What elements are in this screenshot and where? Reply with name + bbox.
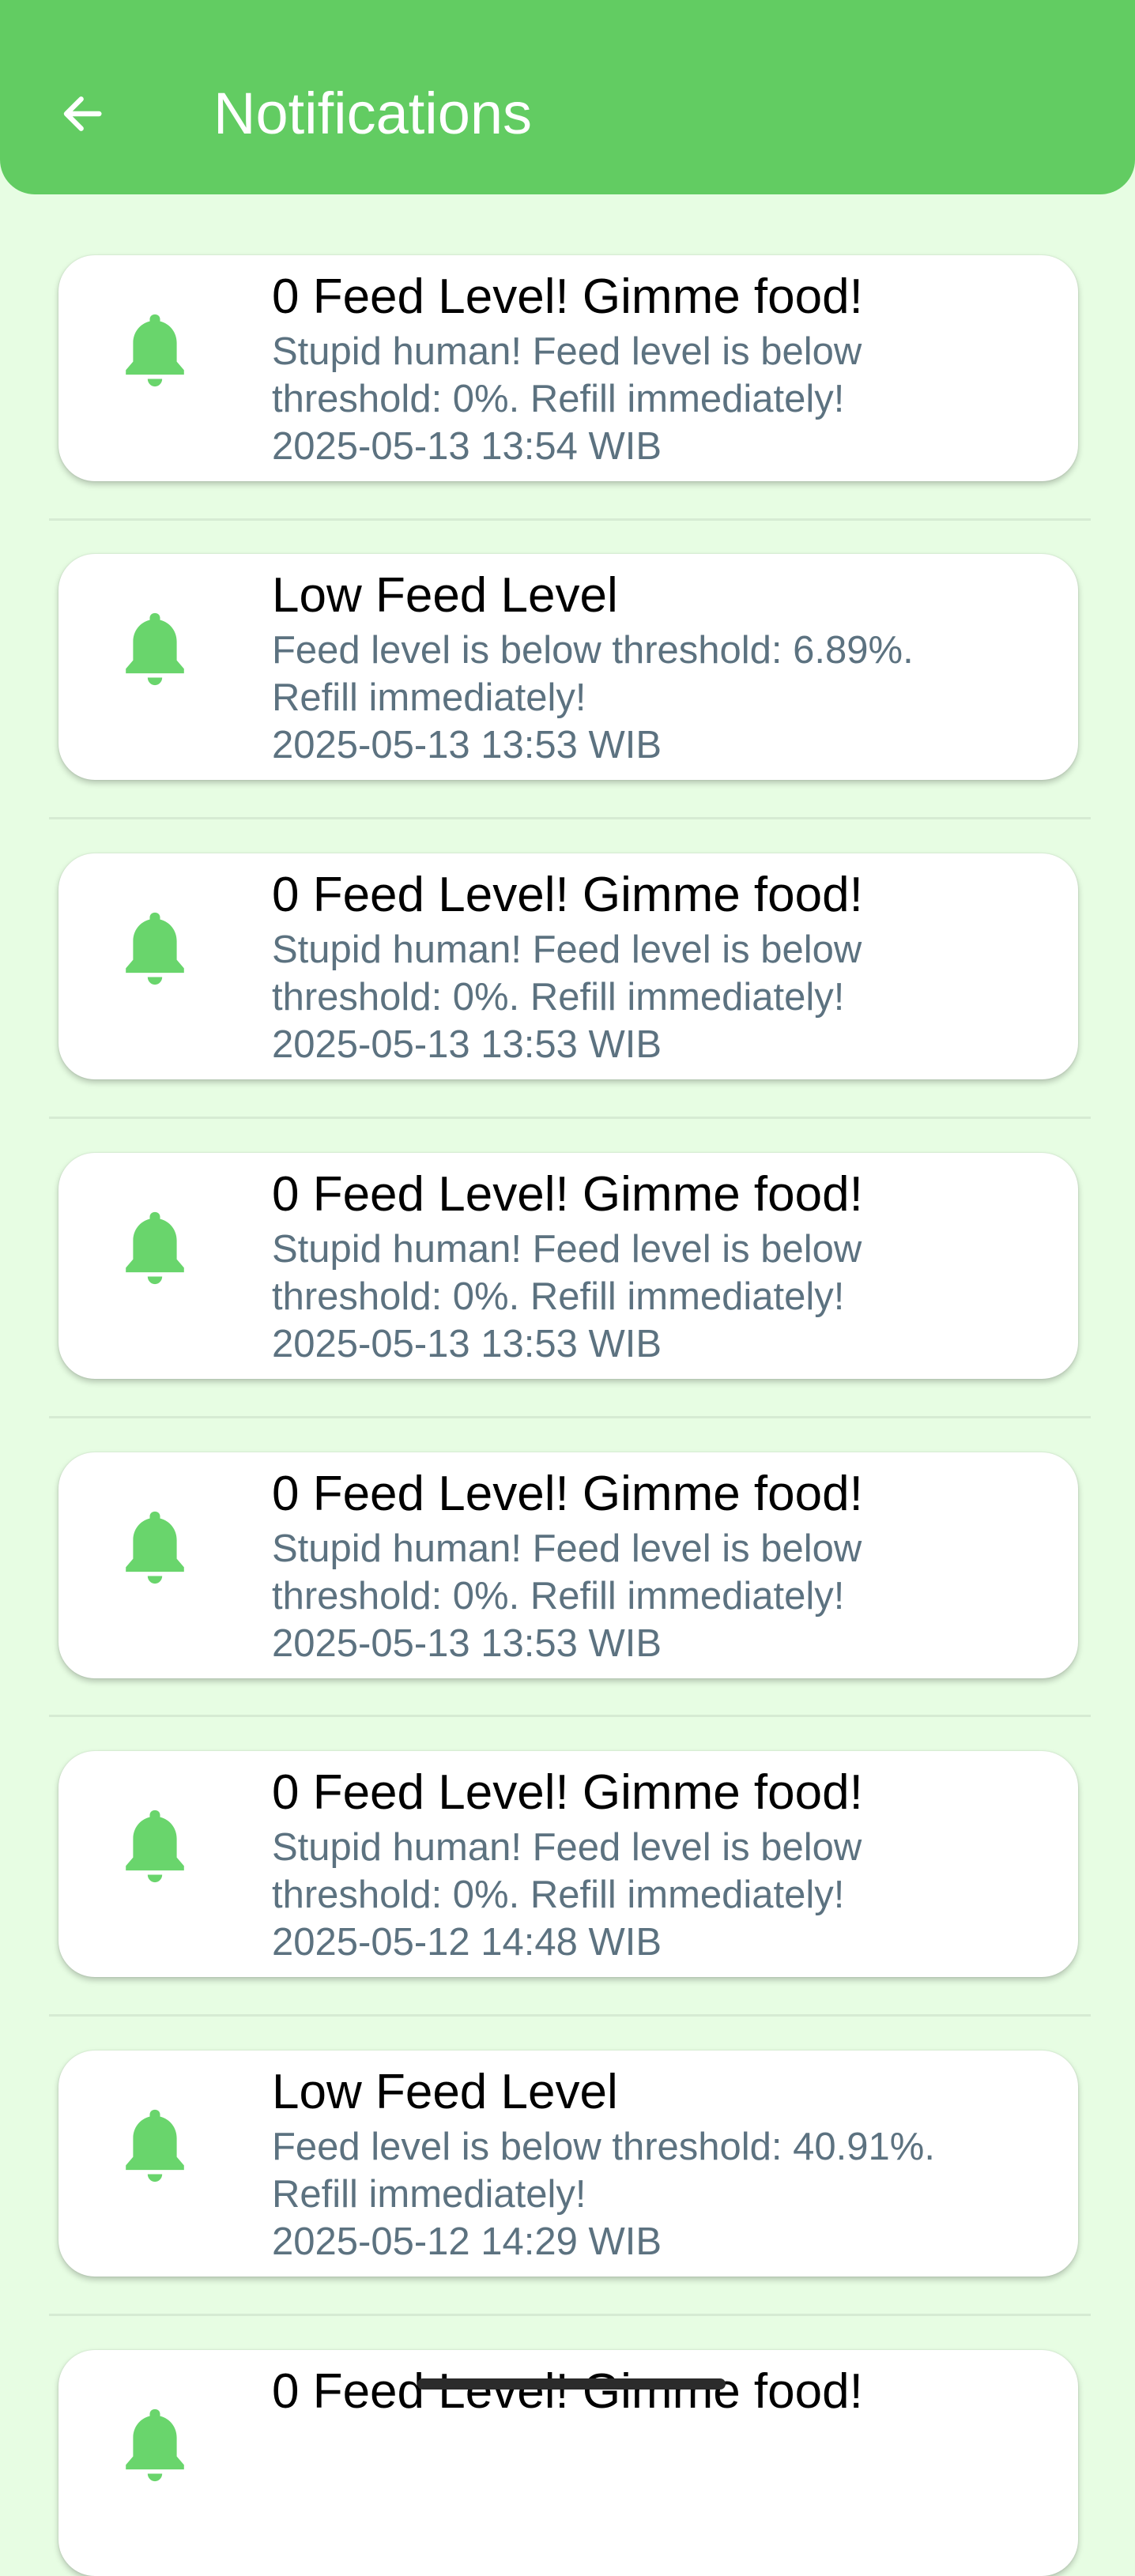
notification-timestamp: 2025-05-13 13:53 WIB [272, 724, 662, 766]
notification-title: Low Feed Level [272, 568, 618, 623]
divider [49, 817, 1091, 819]
notification-card[interactable]: Low Feed Level Feed level is below thres… [58, 2051, 1078, 2277]
notification-message: Stupid human! Feed level is below thresh… [272, 1826, 862, 1916]
divider [49, 1416, 1091, 1418]
notification-title: 0 Feed Level! Gimme food! [272, 1765, 863, 1820]
notification-timestamp: 2025-05-13 13:54 WIB [272, 425, 662, 468]
app-bar: Notifications [0, 0, 1135, 194]
divider [49, 2014, 1091, 2017]
notification-message: Stupid human! Feed level is below thresh… [272, 1527, 862, 1618]
back-button[interactable] [38, 74, 126, 153]
notification-list: 0 Feed Level! Gimme food! Stupid human! … [0, 0, 1135, 2576]
notification-title: 0 Feed Level! Gimme food! [272, 1167, 863, 1222]
notification-message: Feed level is below threshold: 6.89%. Re… [272, 629, 914, 719]
arrow-left-icon [63, 96, 102, 131]
notification-message: Stupid human! Feed level is below thresh… [272, 928, 862, 1019]
bell-icon [126, 612, 184, 686]
bell-icon [126, 1810, 184, 1883]
notification-card[interactable]: Low Feed Level Feed level is below thres… [58, 554, 1078, 780]
notification-card[interactable]: 0 Feed Level! Gimme food! Stupid human! … [58, 1153, 1078, 1379]
page-title: Notifications [213, 81, 533, 146]
notification-title: Low Feed Level [272, 2065, 618, 2119]
notification-message: Feed level is below threshold: 40.91%. R… [272, 2126, 935, 2216]
bell-icon [126, 2109, 184, 2182]
notification-title: 0 Feed Level! Gimme food! [272, 269, 863, 324]
notification-timestamp: 2025-05-12 14:48 WIB [272, 1921, 662, 1964]
notification-timestamp: 2025-05-13 13:53 WIB [272, 1323, 662, 1365]
notification-title: 0 Feed Level! Gimme food! [272, 1467, 863, 1521]
notification-timestamp: 2025-05-13 13:53 WIB [272, 1622, 662, 1665]
divider [49, 518, 1091, 521]
bell-icon [126, 1511, 184, 1584]
notification-card[interactable]: 0 Feed Level! Gimme food! Stupid human! … [58, 1452, 1078, 1678]
notification-card[interactable]: 0 Feed Level! Gimme food! Stupid human! … [58, 255, 1078, 481]
notification-title: 0 Feed Level! Gimme food! [272, 868, 863, 922]
bell-icon [126, 314, 184, 387]
notification-message: Stupid human! Feed level is below thresh… [272, 330, 862, 420]
notification-timestamp: 2025-05-12 14:29 WIB [272, 2220, 662, 2263]
notification-title: 0 Feed Level! Gimme food! [272, 2364, 863, 2419]
notification-message: Stupid human! Feed level is below thresh… [272, 1228, 862, 1318]
divider [49, 1715, 1091, 1717]
divider [49, 1117, 1091, 1119]
notification-timestamp: 2025-05-13 13:53 WIB [272, 1023, 662, 1066]
gesture-bar[interactable] [417, 2378, 726, 2390]
bell-icon [126, 1211, 184, 1285]
notification-card[interactable]: 0 Feed Level! Gimme food! Stupid human! … [58, 1751, 1078, 1977]
notification-card[interactable]: 0 Feed Level! Gimme food! Stupid human! … [58, 853, 1078, 1079]
bell-icon [126, 912, 184, 985]
divider [49, 2314, 1091, 2316]
